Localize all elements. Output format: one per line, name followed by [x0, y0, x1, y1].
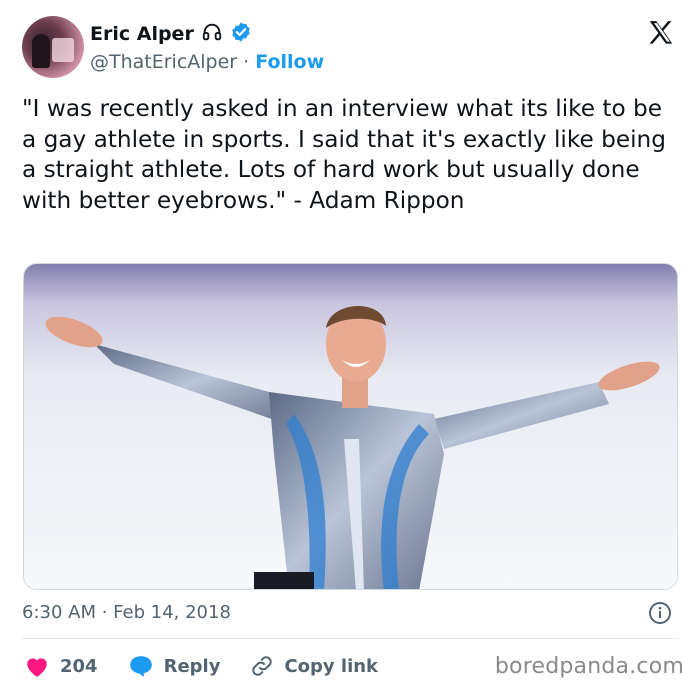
timestamp-row: 6:30 AM · Feb 14, 2018	[22, 600, 678, 626]
reply-label: Reply	[163, 655, 221, 677]
avatar-figure	[32, 34, 50, 68]
author-handle[interactable]: @ThatEricAlper	[90, 51, 237, 73]
verified-badge-icon	[230, 21, 252, 47]
photo-skater	[24, 264, 677, 589]
x-logo-icon[interactable]	[646, 18, 676, 48]
tweet-photo[interactable]	[23, 263, 678, 590]
author-handle-line: @ThatEricAlper · Follow	[90, 51, 324, 73]
avatar-figure-light	[52, 38, 74, 62]
divider	[22, 638, 678, 639]
copy-link-button[interactable]: Copy link	[250, 654, 378, 678]
reply-bubble-icon	[129, 656, 152, 678]
reply-button[interactable]: Reply	[128, 654, 221, 678]
headphones-icon	[201, 21, 223, 47]
tweet-card: Eric Alper @ThatEricAlper · Follow "I wa…	[0, 0, 700, 693]
tweet-timestamp[interactable]: 6:30 AM · Feb 14, 2018	[22, 602, 231, 623]
author-name[interactable]: Eric Alper	[90, 23, 194, 45]
heart-icon	[27, 658, 47, 677]
separator-dot: ·	[243, 51, 250, 73]
tweet-header: Eric Alper @ThatEricAlper · Follow	[22, 16, 678, 80]
info-icon[interactable]	[648, 601, 672, 625]
author-name-line: Eric Alper	[90, 22, 252, 46]
like-count: 204	[60, 655, 98, 677]
like-button[interactable]: 204	[24, 654, 98, 678]
follow-button[interactable]: Follow	[255, 51, 324, 73]
link-icon	[252, 656, 273, 676]
tweet-text: "I was recently asked in an interview wh…	[22, 95, 666, 214]
copy-link-label: Copy link	[284, 655, 379, 677]
action-bar: 204 Reply Copy link	[24, 652, 408, 680]
avatar[interactable]	[22, 16, 84, 78]
watermark: boredpanda.com	[494, 654, 684, 679]
